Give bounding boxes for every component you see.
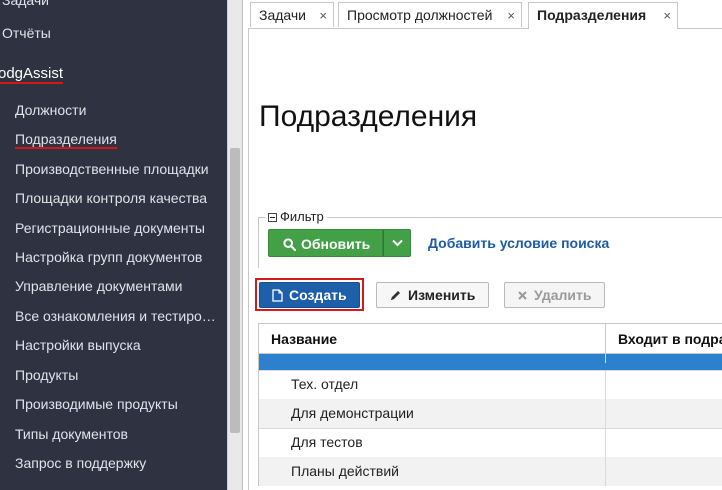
refresh-dropdown-button[interactable] (383, 229, 411, 257)
sidebar-item-tasks[interactable]: Задачи (2, 0, 49, 10)
search-icon (283, 238, 297, 251)
close-icon[interactable]: × (319, 3, 327, 28)
sidebar-item-reports[interactable]: Отчёты (2, 23, 51, 43)
sidebar-item-qc-sites[interactable]: Площадки контроля качества (15, 188, 207, 208)
tab-view-positions[interactable]: Просмотр должностей × (338, 2, 522, 27)
add-search-condition-link[interactable]: Добавить условие поиска (428, 235, 609, 251)
tab-departments[interactable]: Подразделения × (528, 2, 678, 29)
pencil-icon (391, 290, 400, 300)
sidebar-section-odgassist[interactable]: odgAssist (0, 64, 64, 84)
filter-legend-label: Фильтр (280, 209, 324, 224)
edit-button[interactable]: Изменить (376, 282, 489, 308)
tab-label: Подразделения (537, 7, 647, 23)
close-icon (518, 291, 527, 300)
filter-legend[interactable]: Фильтр (265, 209, 327, 225)
delete-button[interactable]: Удалить (504, 282, 605, 308)
chevron-down-icon (392, 239, 403, 247)
delete-button-label: Удалить (534, 287, 592, 303)
table-row[interactable]: Для тестов (259, 428, 722, 458)
sidebar-item-production-sites[interactable]: Производственные площадки (15, 159, 209, 179)
cell-name: Для тестов (259, 428, 606, 457)
sidebar-section-label: odgAssist (0, 65, 64, 84)
sidebar-item-departments[interactable]: Подразделения (15, 129, 117, 149)
cell-parent (606, 457, 722, 486)
close-icon[interactable]: × (663, 3, 671, 28)
column-header-parent-overlay: Входит в подра (606, 324, 722, 354)
sidebar-item-doc-groups[interactable]: Настройка групп документов (15, 247, 202, 267)
tab-label: Просмотр должностей (347, 7, 493, 23)
cell-parent (606, 399, 722, 428)
tab-label: Задачи (259, 7, 307, 23)
sidebar-nav: Задачи Отчёты odgAssist Должности Подраз… (0, 0, 227, 490)
sidebar-item-positions[interactable]: Должности (15, 100, 86, 120)
page-title: Подразделения (259, 100, 478, 133)
sidebar-scrollbar[interactable] (227, 0, 242, 490)
edit-button-label: Изменить (408, 287, 476, 303)
sidebar-item-support-request[interactable]: Запрос в поддержку (15, 453, 146, 473)
sidebar-item-manufactured-products[interactable]: Производимые продукты (15, 394, 178, 414)
sidebar-item-doc-types[interactable]: Типы документов (15, 424, 128, 444)
create-button-label: Создать (289, 287, 347, 303)
cell-name: Для демонстрации (259, 399, 606, 428)
tab-bar: Задачи × Просмотр должностей × Подраздел… (248, 0, 722, 29)
departments-table: Название Входит в подра Отклонения Назва… (258, 323, 722, 486)
cell-parent (606, 428, 722, 457)
panel-divider (242, 0, 243, 490)
create-button[interactable]: Создать (259, 282, 360, 308)
table-row[interactable]: Планы действий (259, 457, 722, 486)
collapse-icon[interactable] (268, 213, 277, 222)
tab-tasks[interactable]: Задачи × (250, 2, 334, 27)
close-icon[interactable]: × (507, 3, 515, 28)
column-header-name-overlay: Название (259, 324, 606, 354)
scrollbar-thumb[interactable] (230, 148, 240, 433)
sidebar-item-doc-management[interactable]: Управление документами (15, 276, 182, 296)
refresh-button-label: Обновить (301, 236, 371, 252)
sidebar-item-label: Подразделения (15, 131, 117, 149)
sidebar-item-registration-docs[interactable]: Регистрационные документы (15, 218, 205, 238)
table-row[interactable]: Для демонстрации (259, 399, 722, 429)
sidebar-item-all-trainings[interactable]: Все ознакомления и тестиро… (15, 306, 217, 326)
cell-parent (606, 370, 722, 399)
sidebar-item-products[interactable]: Продукты (15, 365, 78, 385)
cell-name: Планы действий (259, 457, 606, 486)
refresh-button[interactable]: Обновить (268, 229, 383, 257)
sidebar-item-release-settings[interactable]: Настройки выпуска (15, 335, 141, 355)
table-row[interactable]: Тех. отдел (259, 370, 722, 400)
cell-name: Тех. отдел (259, 370, 606, 399)
document-icon (272, 289, 283, 302)
